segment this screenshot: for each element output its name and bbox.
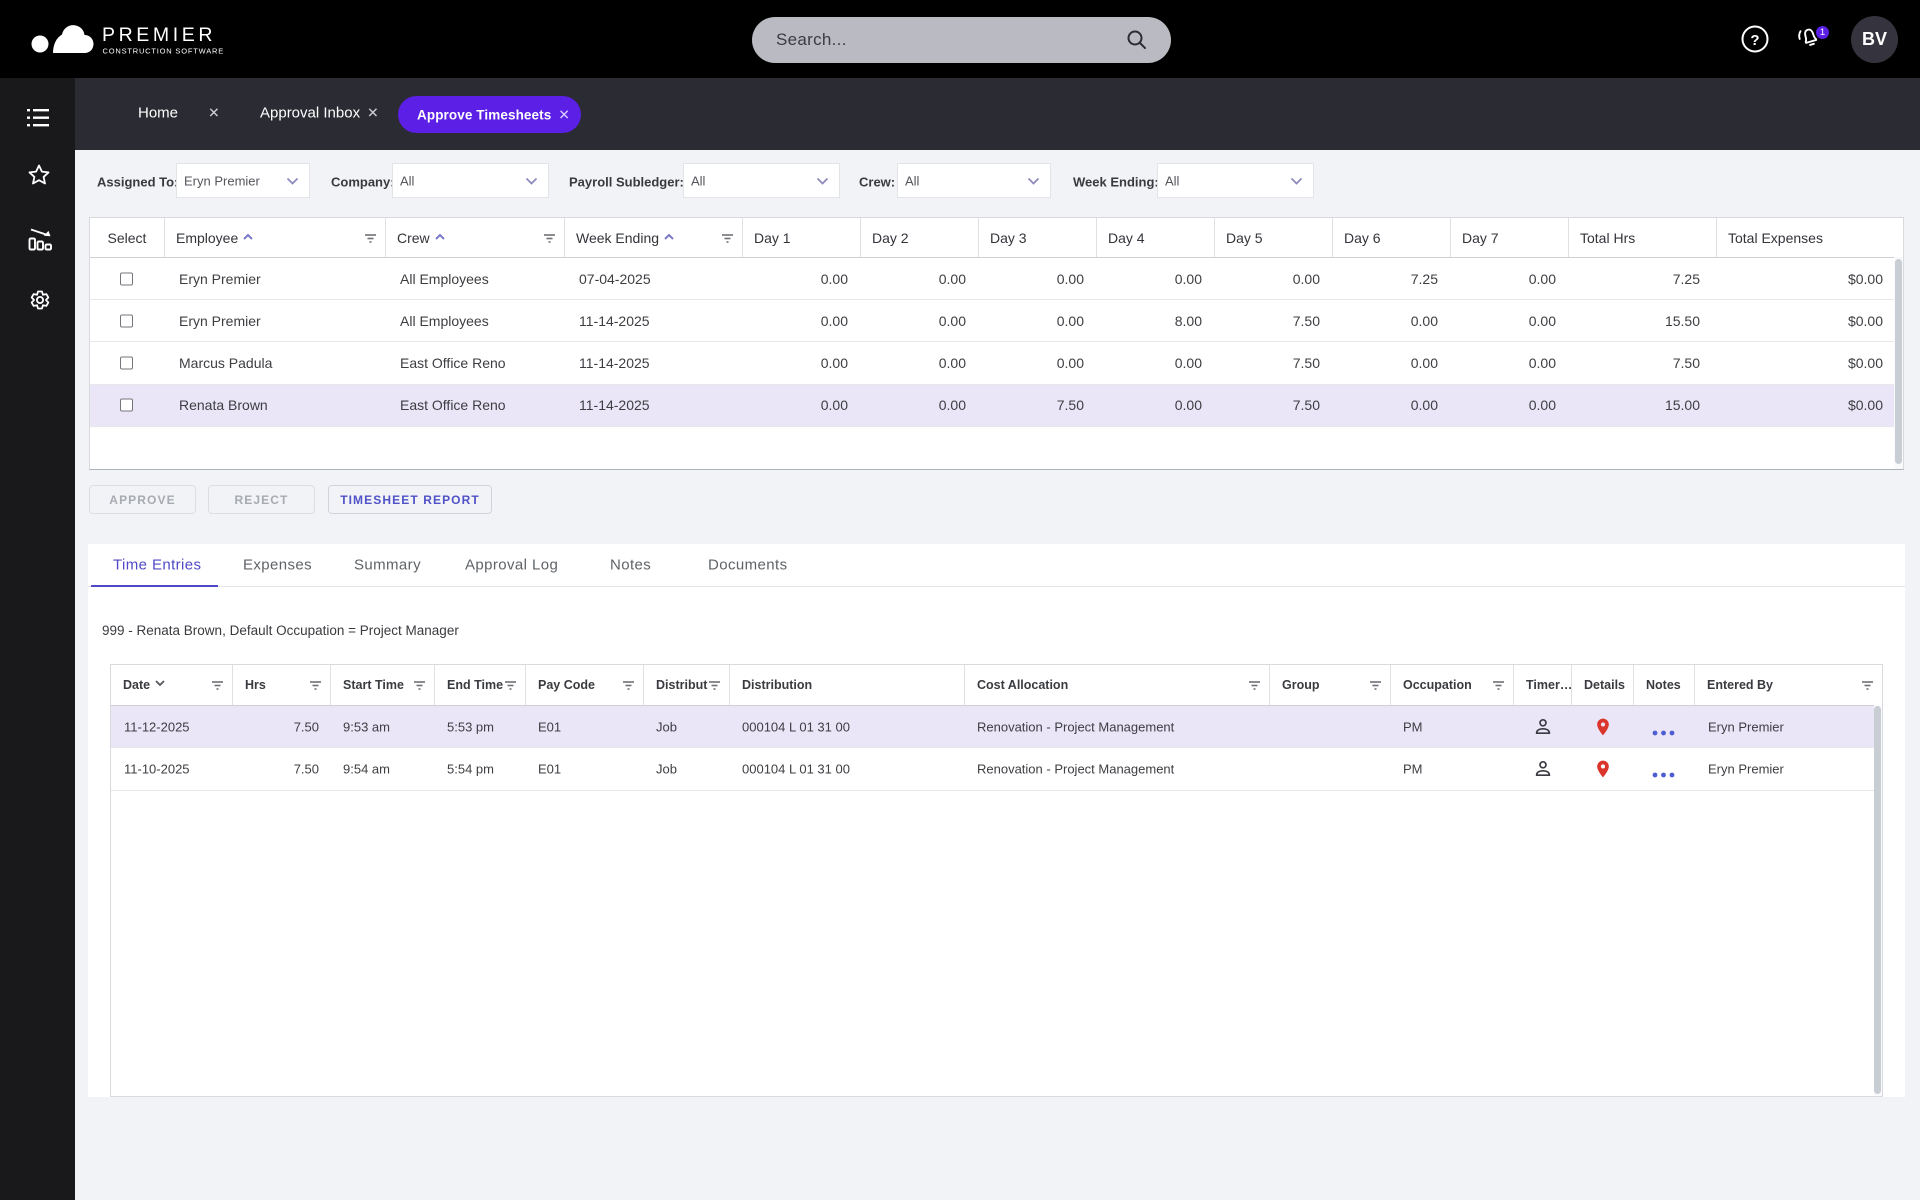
svg-text:PREMIER: PREMIER (102, 24, 216, 46)
svg-text:CONSTRUCTION SOFTWARE: CONSTRUCTION SOFTWARE (103, 47, 225, 56)
svg-text:?: ? (1750, 32, 1759, 49)
